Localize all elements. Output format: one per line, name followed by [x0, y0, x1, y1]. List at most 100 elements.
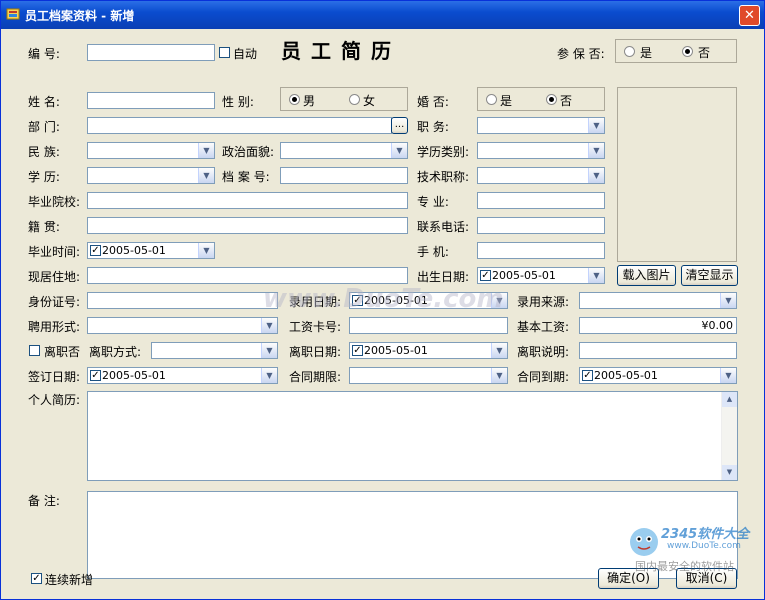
chevron-down-icon[interactable]: ▼	[588, 168, 604, 183]
address-input[interactable]	[87, 267, 408, 284]
name-input[interactable]	[87, 92, 215, 109]
ethnicity-select[interactable]: ▼	[87, 142, 215, 159]
contract-term-label: 合同期限:	[289, 370, 342, 384]
chevron-down-icon[interactable]: ▼	[261, 318, 277, 333]
employ-form-select[interactable]: ▼	[87, 317, 278, 334]
base-salary-label: 基本工资:	[517, 320, 570, 334]
sign-date-picker[interactable]: ✓ 2005-05-01 ▼	[87, 367, 278, 384]
married-label: 婚 否:	[417, 95, 449, 109]
gender-male-radio[interactable]	[289, 94, 300, 105]
phone-input[interactable]	[477, 217, 605, 234]
political-label: 政治面貌:	[222, 145, 275, 159]
married-no-radio[interactable]	[546, 94, 557, 105]
chevron-down-icon[interactable]: ▼	[588, 268, 604, 283]
base-salary-input[interactable]: ¥0.00	[579, 317, 737, 334]
department-input[interactable]	[87, 117, 392, 134]
hire-source-select[interactable]: ▼	[579, 292, 737, 309]
gender-label: 性 别:	[222, 95, 254, 109]
tech-title-label: 技术职称:	[417, 170, 470, 184]
birth-picker[interactable]: ✓ 2005-05-01 ▼	[477, 267, 605, 284]
department-browse-button[interactable]: ...	[391, 117, 408, 134]
chevron-down-icon[interactable]: ▼	[261, 368, 277, 383]
education-label: 学 历:	[28, 170, 60, 184]
app-icon	[6, 8, 20, 20]
resign-way-select[interactable]: ▼	[151, 342, 278, 359]
archive-no-input[interactable]	[280, 167, 408, 184]
photo-frame[interactable]	[617, 87, 737, 262]
grad-time-checkbox[interactable]: ✓	[90, 245, 101, 256]
watermark-brand: 2345软件大全	[661, 527, 750, 542]
sign-date-checkbox[interactable]: ✓	[90, 370, 101, 381]
chevron-down-icon[interactable]: ▼	[198, 243, 214, 258]
chevron-down-icon[interactable]: ▼	[720, 293, 736, 308]
number-label: 编 号:	[28, 47, 60, 61]
chevron-down-icon[interactable]: ▼	[588, 118, 604, 133]
gender-radio-group: 男 女	[280, 87, 408, 111]
contract-end-label: 合同到期:	[517, 370, 570, 384]
grad-time-label: 毕业时间:	[28, 245, 81, 259]
mobile-input[interactable]	[477, 242, 605, 259]
chevron-down-icon[interactable]: ▼	[198, 168, 214, 183]
resign-date-picker[interactable]: ✓ 2005-05-01 ▼	[349, 342, 508, 359]
insured-label: 参 保 否:	[557, 47, 605, 61]
major-input[interactable]	[477, 192, 605, 209]
continuous-add-label: 连续新增	[45, 573, 94, 587]
edu-category-select[interactable]: ▼	[477, 142, 605, 159]
auto-number-label: 自动	[233, 47, 258, 61]
married-yes-radio[interactable]	[486, 94, 497, 105]
auto-number-checkbox[interactable]	[219, 47, 230, 58]
watermark-logo: 2345软件大全 www.DuoTe.com 国内最安全的软件站	[627, 521, 762, 581]
chevron-down-icon[interactable]: ▼	[261, 343, 277, 358]
chevron-down-icon[interactable]: ▼	[491, 368, 507, 383]
married-radio-group: 是 否	[477, 87, 605, 111]
contract-end-picker[interactable]: ✓ 2005-05-01 ▼	[579, 367, 737, 384]
position-label: 职 务:	[417, 120, 449, 134]
employ-form-label: 聘用形式:	[28, 320, 81, 334]
education-select[interactable]: ▼	[87, 167, 215, 184]
chevron-down-icon[interactable]: ▼	[198, 143, 214, 158]
resign-date-checkbox[interactable]: ✓	[352, 345, 363, 356]
number-input[interactable]	[87, 44, 215, 61]
tech-title-select[interactable]: ▼	[477, 167, 605, 184]
resigned-checkbox[interactable]	[29, 345, 40, 356]
chevron-down-icon[interactable]: ▼	[391, 143, 407, 158]
political-select[interactable]: ▼	[280, 142, 408, 159]
gender-female-radio[interactable]	[349, 94, 360, 105]
birth-checkbox[interactable]: ✓	[480, 270, 491, 281]
native-input[interactable]	[87, 217, 408, 234]
gender-female-label: 女	[363, 94, 376, 108]
sign-date-label: 签订日期:	[28, 370, 81, 384]
edu-category-label: 学历类别:	[417, 145, 470, 159]
insured-yes-radio[interactable]	[624, 46, 635, 57]
insured-radio-group: 是 否	[615, 39, 737, 63]
id-no-input[interactable]	[87, 292, 278, 309]
resign-way-label: 离职方式:	[89, 345, 142, 359]
chevron-down-icon[interactable]: ▼	[491, 343, 507, 358]
title-bar[interactable]: 员工档案资料 - 新增 ✕	[1, 1, 764, 29]
contract-end-checkbox[interactable]: ✓	[582, 370, 593, 381]
clear-photo-button[interactable]: 清空显示	[681, 265, 738, 286]
form-area: 编 号: 自动 员工简历 参 保 否: 是 否 姓 名: 性 别: 男 女 婚 …	[1, 29, 764, 599]
chevron-down-icon[interactable]: ▼	[720, 368, 736, 383]
resign-note-input[interactable]	[579, 342, 737, 359]
grad-time-picker[interactable]: ✓ 2005-05-01 ▼	[87, 242, 215, 259]
mascot-icon	[630, 528, 658, 556]
resume-textarea[interactable]: ▲ ▼	[87, 391, 738, 481]
window-title: 员工档案资料 - 新增	[25, 9, 135, 23]
position-select[interactable]: ▼	[477, 117, 605, 134]
chevron-down-icon[interactable]: ▼	[588, 143, 604, 158]
load-photo-button[interactable]: 载入图片	[617, 265, 676, 286]
close-button[interactable]: ✕	[739, 5, 760, 26]
continuous-add-checkbox[interactable]: ✓	[31, 573, 42, 584]
watermark-center: www.DuoTe.com	[263, 284, 504, 314]
contract-term-select[interactable]: ▼	[349, 367, 508, 384]
salary-card-label: 工资卡号:	[289, 320, 342, 334]
scroll-up-icon[interactable]: ▲	[722, 392, 737, 407]
school-input[interactable]	[87, 192, 408, 209]
name-label: 姓 名:	[28, 95, 60, 109]
salary-card-input[interactable]	[349, 317, 508, 334]
resume-scrollbar[interactable]: ▲ ▼	[721, 392, 737, 480]
watermark-slogan: 国内最安全的软件站	[635, 560, 734, 573]
insured-no-radio[interactable]	[682, 46, 693, 57]
scroll-down-icon[interactable]: ▼	[722, 465, 737, 480]
